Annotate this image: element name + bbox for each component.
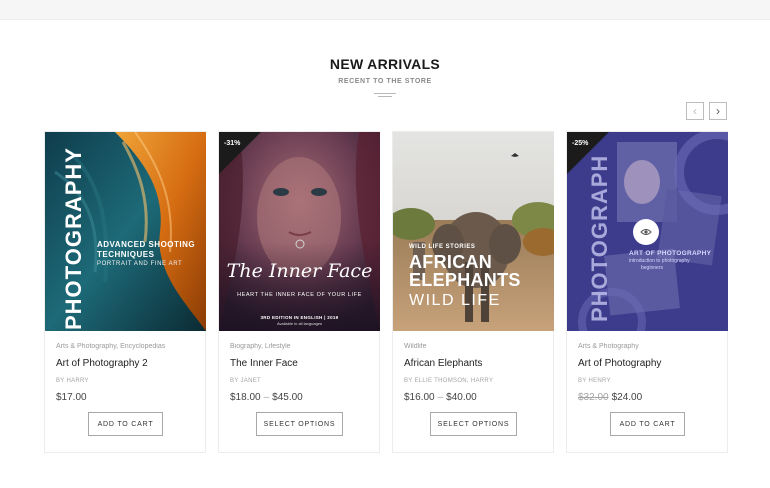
discount-badge-text: -31% bbox=[224, 140, 241, 147]
cover-line-2: introduction to photography bbox=[629, 258, 690, 264]
product-title[interactable]: Art of Photography 2 bbox=[56, 358, 194, 369]
cover-kicker: WILD LIFE STORIES bbox=[409, 244, 476, 250]
quick-view-button[interactable] bbox=[633, 219, 659, 245]
cover-line-3: WILD LIFE bbox=[409, 292, 501, 309]
chevron-left-icon: ‹ bbox=[693, 104, 697, 118]
cover-line-1: ADVANCED SHOOTING bbox=[97, 240, 196, 249]
product-cover-image[interactable]: -25% PHOTOGRAPH ART OF PHOTOGRAPHY intro… bbox=[567, 132, 728, 331]
product-categories[interactable]: Arts & Photography, Encyclopedias bbox=[56, 343, 194, 350]
product-card: PHOTOGRAPHY ADVANCED SHOOTING TECHNIQUES… bbox=[44, 131, 206, 453]
product-price-range: $16.00– $40.00 bbox=[404, 392, 542, 403]
cover-script-title: The Inner Face bbox=[226, 260, 373, 282]
add-to-cart-button[interactable]: ADD TO CART bbox=[610, 412, 685, 436]
price-old: $32.00 bbox=[578, 392, 609, 403]
price-from: $16.00 bbox=[404, 392, 435, 403]
price-from: $18.00 bbox=[230, 392, 261, 403]
section-heading: NEW ARRIVALS RECENT TO THE STORE bbox=[0, 56, 770, 98]
product-card: WILD LIFE STORIES AFRICAN ELEPHANTS WILD… bbox=[392, 131, 554, 453]
cover-side-text: PHOTOGRAPH bbox=[587, 154, 612, 322]
product-price: $32.00 $24.00 bbox=[578, 392, 716, 403]
price-to: $40.00 bbox=[446, 392, 477, 403]
product-title[interactable]: Art of Photography bbox=[578, 358, 716, 369]
cover-edition: 3RD EDITION IN ENGLISH | 2019 bbox=[260, 315, 339, 320]
product-price-range: $18.00– $45.00 bbox=[230, 392, 368, 403]
product-categories[interactable]: Wildlife bbox=[404, 343, 542, 350]
product-author[interactable]: BY JANET bbox=[230, 378, 368, 384]
price-to: $45.00 bbox=[272, 392, 303, 403]
cover-line-2: ELEPHANTS bbox=[409, 270, 521, 290]
product-card: -31% The Inner Face HEART THE INNER FACE… bbox=[218, 131, 380, 453]
product-categories[interactable]: Arts & Photography bbox=[578, 343, 716, 350]
product-author[interactable]: BY ELLIE THOMSON, HARRY bbox=[404, 378, 542, 384]
section-title: NEW ARRIVALS bbox=[329, 56, 441, 72]
add-to-cart-button[interactable]: ADD TO CART bbox=[88, 412, 163, 436]
cover-line-3: PORTRAIT AND FINE ART bbox=[97, 261, 183, 267]
top-bar bbox=[0, 0, 770, 20]
product-author[interactable]: BY HARRY bbox=[56, 378, 194, 384]
cover-tagline: HEART THE INNER FACE OF YOUR LIFE bbox=[237, 292, 362, 298]
product-author[interactable]: BY HENRY bbox=[578, 378, 716, 384]
carousel-prev-button[interactable]: ‹ bbox=[686, 102, 704, 120]
product-cover-image[interactable]: WILD LIFE STORIES AFRICAN ELEPHANTS WILD… bbox=[393, 132, 554, 331]
select-options-button[interactable]: SELECT OPTIONS bbox=[256, 412, 343, 436]
discount-badge bbox=[219, 132, 261, 174]
product-card: -25% PHOTOGRAPH ART OF PHOTOGRAPHY intro… bbox=[566, 131, 728, 453]
cover-line-3: beginners bbox=[641, 265, 663, 271]
discount-badge-text: -25% bbox=[572, 140, 589, 147]
cover-line-1: ART OF PHOTOGRAPHY bbox=[629, 250, 712, 257]
product-cover-image[interactable]: -31% The Inner Face HEART THE INNER FACE… bbox=[219, 132, 380, 331]
cover-languages: Available in all languages bbox=[276, 321, 323, 326]
price-sale: $24.00 bbox=[611, 392, 643, 403]
product-price: $17.00 bbox=[56, 392, 194, 403]
cover-side-text: PHOTOGRAPHY bbox=[61, 147, 86, 330]
section-subtitle: RECENT TO THE STORE bbox=[338, 78, 432, 85]
chevron-right-icon: › bbox=[716, 104, 720, 118]
price-separator: – bbox=[263, 392, 270, 403]
product-title[interactable]: African Elephants bbox=[404, 358, 542, 369]
price-separator: – bbox=[437, 392, 444, 403]
cover-line-2: TECHNIQUES bbox=[97, 250, 155, 259]
price-value: $17.00 bbox=[56, 392, 87, 403]
product-title[interactable]: The Inner Face bbox=[230, 358, 368, 369]
heading-divider bbox=[374, 93, 396, 98]
select-options-button[interactable]: SELECT OPTIONS bbox=[430, 412, 517, 436]
carousel-next-button[interactable]: › bbox=[709, 102, 727, 120]
eye-icon bbox=[640, 229, 652, 235]
product-categories[interactable]: Biography, Lifestyle bbox=[230, 343, 368, 350]
product-cover-image[interactable]: PHOTOGRAPHY ADVANCED SHOOTING TECHNIQUES… bbox=[45, 132, 206, 331]
